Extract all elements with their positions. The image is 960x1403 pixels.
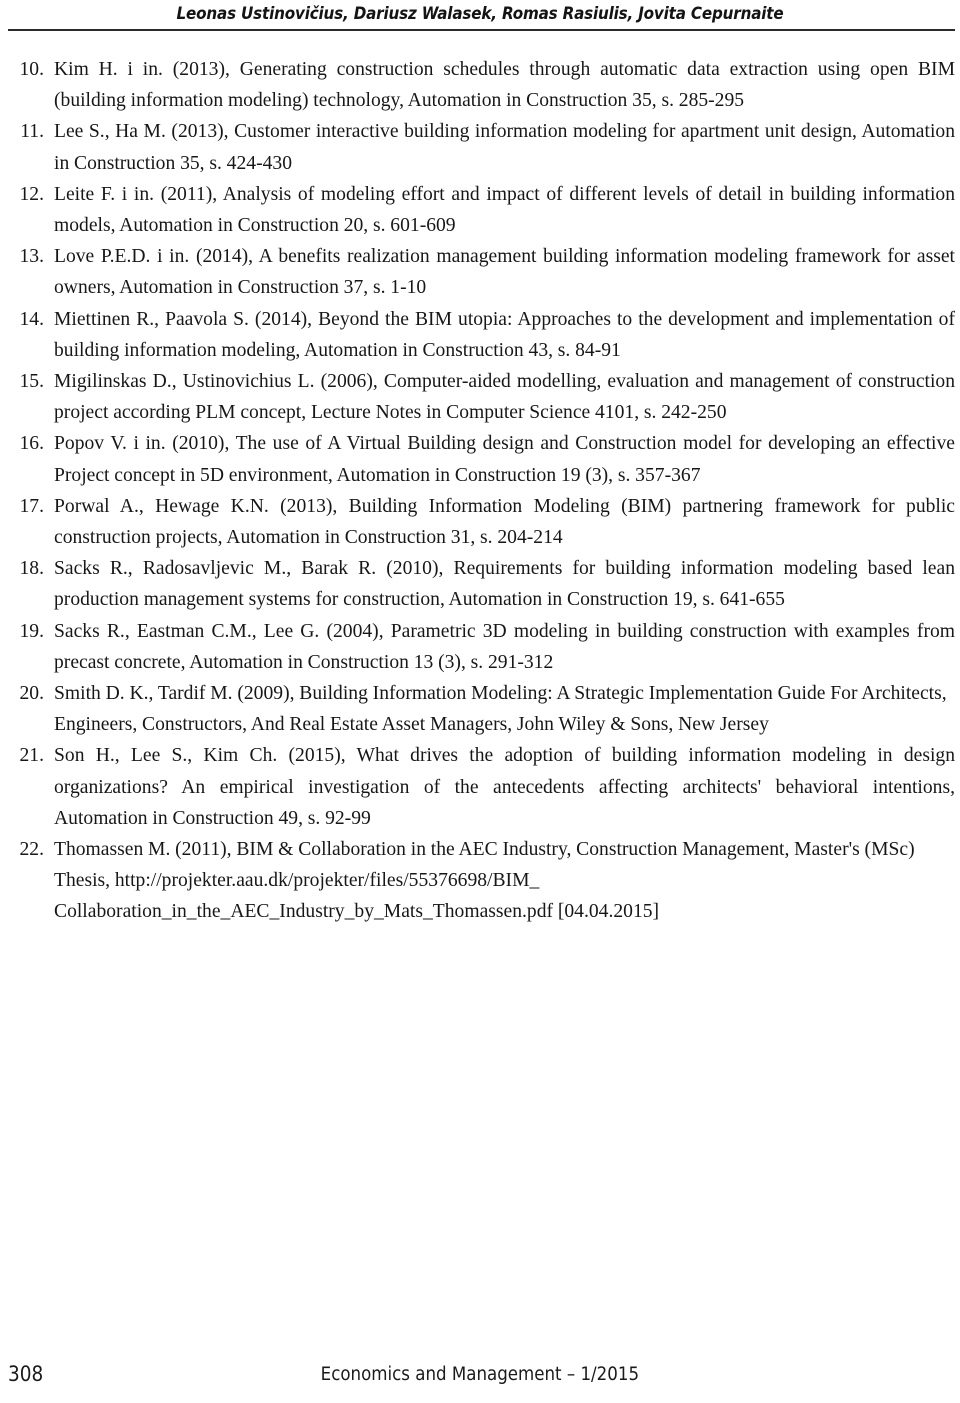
reference-entry: 22. Thomassen M. (2011), BIM & Collabora… [8, 834, 955, 928]
reference-number: 20. [19, 683, 45, 705]
reference-entry: 15. Migilinskas D., Ustinovichius L. (20… [8, 366, 956, 428]
reference-entry: 18. Sacks R., Radosavljevic M., Barak R.… [8, 553, 956, 615]
reference-number: 15. [19, 371, 45, 393]
reference-entry: 21. Son H., Lee S., Kim Ch. (2015), What… [8, 740, 956, 834]
reference-number: 11. [20, 121, 44, 143]
reference-number: 10. [19, 59, 45, 80]
reference-text: Miettinen R., Paavola S. (2014), Beyond … [54, 308, 955, 361]
reference-entry: 19. Sacks R., Eastman C.M., Lee G. (2004… [8, 616, 956, 678]
reference-number: 18. [19, 558, 45, 580]
footer-journal-label: Economics and Management – 1/2015 [320, 1364, 640, 1385]
reference-number: 14. [19, 308, 45, 330]
reference-text: Love P.E.D. i in. (2014), A benefits rea… [54, 246, 955, 299]
reference-entry: 14. Miettinen R., Paavola S. (2014), Bey… [8, 304, 956, 366]
reference-text: Kim H. i in. (2013), Generating construc… [54, 59, 955, 112]
reference-text: Sacks R., Eastman C.M., Lee G. (2004), P… [54, 620, 955, 673]
reference-number: 21. [19, 745, 45, 767]
reference-number: 19. [19, 620, 45, 642]
reference-text: Leite F. i in. (2011), Analysis of model… [54, 183, 955, 237]
reference-text: Lee S., Ha M. (2013), Customer interacti… [54, 121, 955, 174]
reference-text: Smith D. K., Tardif M. (2009), Building … [54, 683, 947, 736]
reference-text: Thomassen M. (2011), BIM & Collaboration… [54, 839, 915, 923]
reference-entry: 12. Leite F. i in. (2011), Analysis of m… [8, 179, 956, 241]
header-authors: Leonas Ustinovičius, Dariusz Walasek, Ro… [176, 4, 784, 23]
document-page: Leonas Ustinovičius, Dariusz Walasek, Ro… [0, 0, 960, 1403]
reference-entry: 16. Popov V. i in. (2010), The use of A … [8, 428, 956, 490]
reference-entry: 20. Smith D. K., Tardif M. (2009), Build… [8, 678, 955, 740]
reference-entry: 17. Porwal A., Hewage K.N. (2013), Build… [8, 491, 956, 553]
reference-entry: 13. Love P.E.D. i in. (2014), A benefits… [8, 241, 956, 303]
reference-text: Sacks R., Radosavljevic M., Barak R. (20… [54, 558, 955, 611]
header-divider [8, 29, 955, 31]
reference-entry: 11. Lee S., Ha M. (2013), Customer inter… [8, 116, 955, 178]
reference-text: Son H., Lee S., Kim Ch. (2015), What dri… [54, 745, 955, 829]
reference-list: 10. Kim H. i in. (2013), Generating cons… [8, 54, 956, 928]
reference-number: 13. [19, 246, 45, 268]
reference-number: 17. [19, 495, 45, 517]
running-header: Leonas Ustinovičius, Dariusz Walasek, Ro… [0, 0, 960, 30]
reference-text: Migilinskas D., Ustinovichius L. (2006),… [54, 371, 955, 424]
reference-number: 22. [19, 839, 45, 861]
reference-text: Porwal A., Hewage K.N. (2013), Building … [54, 495, 955, 549]
reference-number: 12. [19, 183, 45, 205]
footer-journal-title: Economics and Management – 1/2015 [0, 1364, 960, 1385]
page-footer: 308 Economics and Management – 1/2015 [0, 1362, 960, 1402]
reference-number: 16. [19, 433, 45, 455]
reference-text: Popov V. i in. (2010), The use of A Virt… [54, 433, 955, 486]
reference-entry: 10. Kim H. i in. (2013), Generating cons… [8, 54, 956, 116]
